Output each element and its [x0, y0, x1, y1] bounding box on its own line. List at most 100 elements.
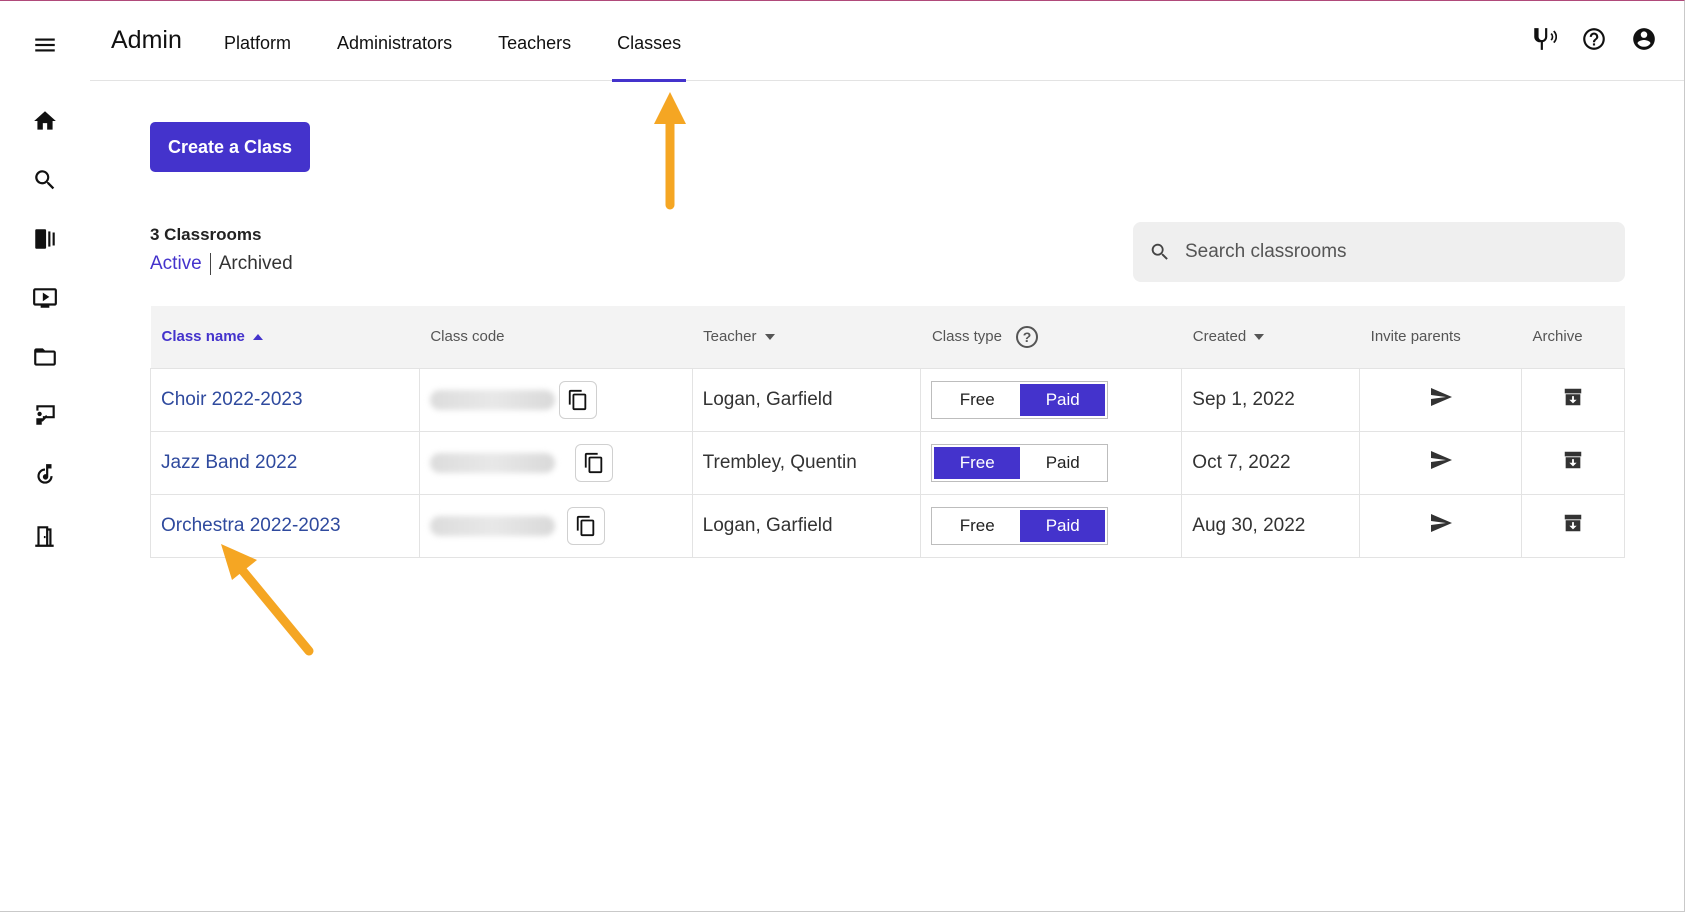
tab-teachers[interactable]: Teachers: [498, 0, 571, 81]
cell-teacher: Logan, Garfield: [691, 493, 922, 558]
type-paid-option[interactable]: Paid: [1019, 509, 1106, 542]
status-filter: Active Archived: [150, 253, 293, 275]
archive-icon[interactable]: [1562, 386, 1584, 408]
header-class-code: Class code: [419, 306, 693, 368]
sort-caret-icon: [1254, 334, 1265, 341]
cell-archive: [1521, 493, 1625, 558]
tab-platform[interactable]: Platform: [224, 0, 291, 81]
cell-created: Sep 1, 2022: [1181, 367, 1361, 432]
search-icon[interactable]: [30, 165, 60, 195]
cell-class-type: Free Paid: [920, 430, 1183, 495]
tab-administrators[interactable]: Administrators: [337, 0, 452, 81]
left-rail: [0, 0, 90, 912]
help-icon[interactable]: [1581, 26, 1607, 52]
type-free-option[interactable]: Free: [934, 446, 1020, 479]
search-icon: [1151, 243, 1168, 260]
cell-class-type: Free Paid: [920, 493, 1183, 558]
class-code-blurred: [429, 389, 555, 410]
cell-archive: [1521, 367, 1625, 432]
header-invite-parents: Invite parents: [1359, 306, 1522, 368]
tab-classes[interactable]: Classes: [612, 0, 687, 82]
class-type-toggle: Free Paid: [931, 506, 1109, 545]
header-created-label: Created: [1192, 328, 1247, 346]
class-name-link[interactable]: Jazz Band 2022: [161, 452, 297, 473]
send-icon[interactable]: [1429, 385, 1453, 409]
header-class-type: Class type?: [920, 306, 1182, 368]
class-type-toggle: Free Paid: [931, 380, 1109, 419]
folder-icon[interactable]: [30, 342, 60, 372]
cell-class-code: [418, 493, 693, 558]
type-free-option[interactable]: Free: [934, 510, 1020, 542]
cell-created: Oct 7, 2022: [1181, 430, 1361, 495]
cell-archive: [1521, 430, 1625, 495]
sort-caret-icon: [764, 334, 775, 341]
copy-code-button[interactable]: [566, 506, 605, 545]
home-icon[interactable]: [30, 106, 60, 136]
cell-created: Aug 30, 2022: [1181, 493, 1361, 558]
type-free-option[interactable]: Free: [934, 384, 1020, 416]
cell-class-name: Orchestra 2022-2023: [150, 493, 420, 558]
cell-class-name: Choir 2022-2023: [150, 367, 420, 432]
classroom-count: 3 Classrooms: [150, 225, 262, 244]
tuning-fork-icon[interactable]: [1531, 26, 1557, 52]
cell-class-name: Jazz Band 2022: [150, 430, 420, 495]
menu-icon[interactable]: [30, 30, 60, 60]
copy-icon: [576, 515, 595, 536]
header-archive: Archive: [1521, 306, 1625, 368]
class-code-blurred: [429, 452, 555, 473]
header-created[interactable]: Created: [1181, 306, 1360, 368]
send-icon[interactable]: [1429, 448, 1453, 472]
cell-class-code: [418, 367, 693, 432]
top-icons: [1531, 26, 1657, 52]
archive-icon[interactable]: [1562, 512, 1584, 534]
cell-teacher: Trembley, Quentin: [691, 430, 922, 495]
help-icon[interactable]: ?: [1016, 325, 1038, 348]
callout-arrow-up-icon: [654, 92, 686, 210]
search-input[interactable]: [1185, 241, 1615, 263]
header-teacher[interactable]: Teacher: [692, 306, 921, 368]
top-bar: Admin Platform Administrators Teachers C…: [90, 0, 1685, 82]
send-icon[interactable]: [1429, 511, 1453, 535]
filter-divider: [209, 253, 211, 275]
video-icon[interactable]: [30, 283, 60, 313]
table-row: Choir 2022-2023 Logan, Garfield Free Paid…: [150, 367, 1625, 432]
class-name-link[interactable]: Orchestra 2022-2023: [161, 515, 341, 536]
header-class-name-label: Class name: [161, 328, 245, 346]
cell-class-type: Free Paid: [920, 367, 1183, 432]
type-paid-option[interactable]: Paid: [1019, 383, 1106, 416]
class-type-toggle: Free Paid: [931, 443, 1109, 482]
filter-active-link[interactable]: Active: [150, 253, 202, 274]
type-paid-option[interactable]: Paid: [1020, 447, 1106, 479]
sort-ascending-icon: [252, 334, 263, 341]
table-header-row: Class name Class code Teacher Class type…: [150, 306, 1625, 368]
library-icon[interactable]: [30, 224, 60, 254]
music-note-icon[interactable]: [30, 460, 60, 490]
cell-invite-parents: [1359, 367, 1523, 432]
table-row: Orchestra 2022-2023 Logan, Garfield Free…: [150, 493, 1625, 558]
copy-icon: [568, 389, 587, 410]
archive-icon[interactable]: [1562, 449, 1584, 471]
cell-invite-parents: [1359, 493, 1523, 558]
callout-arrow-diagonal-icon: [221, 544, 314, 656]
cell-invite-parents: [1359, 430, 1523, 495]
copy-icon: [584, 452, 603, 473]
copy-code-button[interactable]: [558, 380, 597, 419]
search-box: [1133, 222, 1625, 282]
class-code-blurred: [429, 515, 555, 536]
door-icon[interactable]: [30, 521, 60, 551]
table-row: Jazz Band 2022 Trembley, Quentin Free Pai…: [150, 430, 1625, 495]
teaching-icon[interactable]: [30, 400, 60, 430]
header-class-name[interactable]: Class name: [150, 306, 420, 368]
header-teacher-label: Teacher: [703, 328, 757, 346]
create-class-button[interactable]: Create a Class: [150, 122, 310, 172]
main-nav: Platform Administrators Teachers Classes: [224, 0, 727, 82]
cell-class-code: [418, 430, 693, 495]
account-icon[interactable]: [1631, 26, 1657, 52]
filter-archived-link[interactable]: Archived: [219, 253, 293, 274]
classes-table: Class name Class code Teacher Class type…: [150, 306, 1625, 558]
header-class-type-label: Class type: [931, 327, 1002, 345]
page-title: Admin: [111, 26, 182, 54]
class-name-link[interactable]: Choir 2022-2023: [161, 389, 303, 410]
copy-code-button[interactable]: [574, 443, 613, 482]
cell-teacher: Logan, Garfield: [691, 367, 922, 432]
